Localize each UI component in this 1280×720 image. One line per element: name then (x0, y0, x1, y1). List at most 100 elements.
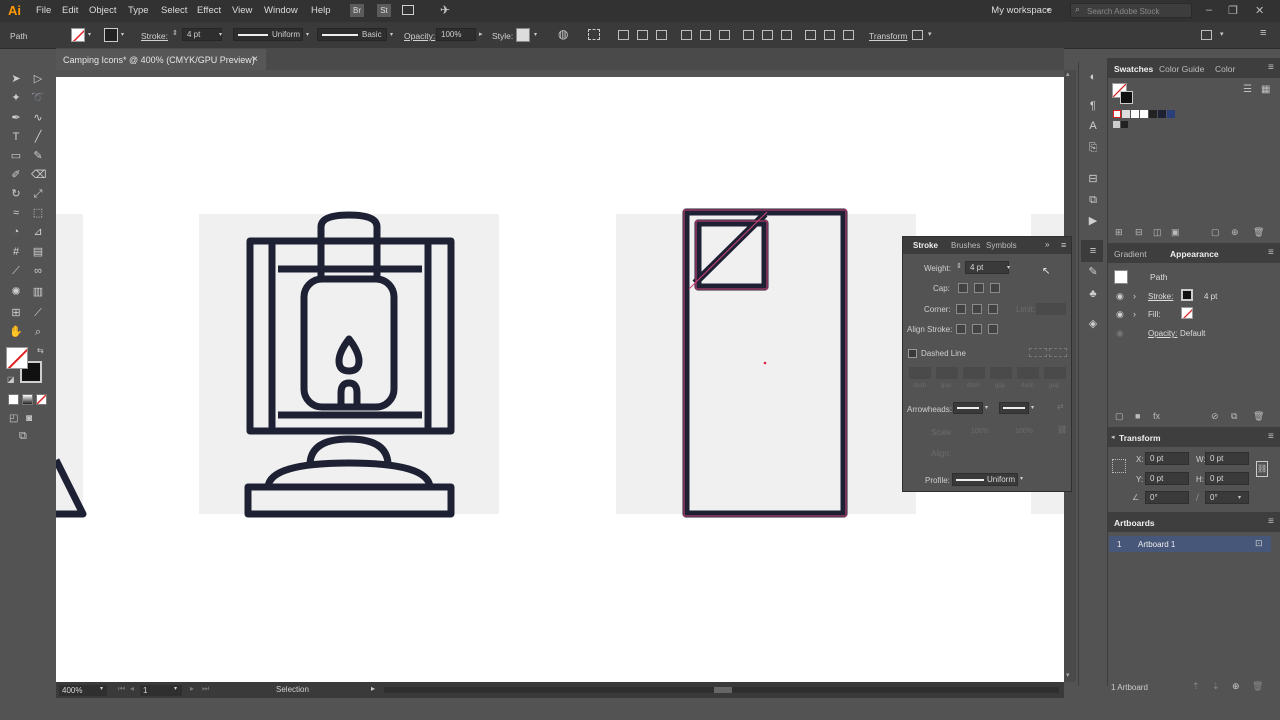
distribute-bottom-icon[interactable] (781, 30, 792, 40)
collapse-panel-icon[interactable]: » (1045, 240, 1049, 249)
chevron-down-icon[interactable]: ▾ (88, 31, 91, 38)
document-tab[interactable]: Camping Icons* @ 400% (CMYK/GPU Preview)… (56, 49, 266, 71)
appearance-opacity-label[interactable]: Opacity: (1148, 329, 1177, 338)
round-cap-icon[interactable] (974, 283, 984, 293)
panel-menu-icon[interactable]: ≡ (1268, 431, 1274, 442)
graphic-style-swatch[interactable] (516, 28, 530, 42)
distribute-left-icon[interactable] (805, 30, 816, 40)
line-segment-tool-icon[interactable]: ╱ (31, 130, 45, 144)
new-swatch-icon[interactable]: ⊕ (1231, 227, 1239, 238)
lasso-tool-icon[interactable]: ➰ (31, 91, 45, 105)
swatch-none[interactable] (1113, 110, 1121, 118)
y-input[interactable]: 0 pt (1145, 472, 1189, 485)
fill-color-box[interactable] (6, 347, 28, 369)
dashed-line-checkbox[interactable] (908, 349, 917, 358)
tab-appearance[interactable]: Appearance (1170, 249, 1219, 259)
column-graph-tool-icon[interactable]: ▥ (31, 285, 45, 299)
distribute-top-icon[interactable] (743, 30, 754, 40)
add-fill-icon[interactable]: ■ (1135, 411, 1140, 421)
appearance-stroke-label[interactable]: Stroke: (1148, 292, 1173, 301)
swatch-libraries-icon[interactable]: ⊞ (1115, 227, 1123, 238)
tab-color-guide[interactable]: Color Guide (1159, 64, 1204, 74)
butt-cap-icon[interactable] (958, 283, 968, 293)
previous-artboard-icon[interactable]: ◂ (130, 684, 134, 693)
swatches-stroke-swatch[interactable] (1120, 91, 1133, 104)
constrain-proportions-icon[interactable]: ⛓ (1256, 461, 1268, 477)
chevron-down-icon[interactable]: ▾ (1007, 264, 1010, 271)
last-artboard-icon[interactable]: ⏭ (202, 684, 209, 694)
mesh-tool-icon[interactable]: # (9, 245, 23, 259)
blend-tool-icon[interactable]: ∞ (31, 264, 45, 278)
swatch-options-icon[interactable]: ◫ (1153, 227, 1162, 238)
stock-button[interactable]: St (377, 4, 391, 17)
move-up-icon[interactable]: ⇡ (1192, 681, 1200, 692)
status-menu-icon[interactable]: ▸ (371, 684, 375, 693)
perspective-grid-tool-icon[interactable]: ⊿ (31, 225, 45, 239)
collapse-arrow-icon[interactable]: ◂ (1111, 433, 1115, 441)
stroke-link[interactable]: Stroke: (141, 31, 168, 41)
align-stroke-inside-icon[interactable] (972, 324, 982, 334)
stroke-swatch[interactable] (104, 28, 118, 42)
panel-menu-icon[interactable]: ≡ (1061, 240, 1066, 250)
brushes-icon[interactable]: ✎ (1086, 265, 1100, 279)
recolor-artwork-icon[interactable]: ◍ (558, 27, 568, 41)
swatch-white-2[interactable] (1140, 110, 1148, 118)
swatch-dark[interactable] (1121, 121, 1128, 128)
tab-gradient[interactable]: Gradient (1114, 249, 1147, 259)
swatch-navy[interactable] (1158, 110, 1166, 118)
stroke-weight-input[interactable]: 4 pt (182, 28, 222, 41)
rotate-tool-icon[interactable]: ↻ (9, 187, 23, 201)
h-input[interactable]: 0 pt (1205, 472, 1249, 485)
close-tab-icon[interactable]: × (252, 49, 258, 71)
delete-swatch-icon[interactable]: 🗑 (1253, 227, 1264, 238)
restore-icon[interactable]: ❐ (1228, 4, 1238, 17)
free-transform-tool-icon[interactable]: ⬚ (31, 206, 45, 220)
chevron-down-icon[interactable]: ▾ (1238, 494, 1241, 501)
selection-tool-icon[interactable]: ➤ (9, 72, 23, 86)
type-tool-icon[interactable]: T (9, 130, 23, 144)
none-mode-icon[interactable] (36, 394, 47, 405)
symbols-icon[interactable]: ♣ (1086, 287, 1100, 301)
tab-swatches[interactable]: Swatches (1114, 64, 1153, 74)
menu-file[interactable]: File (36, 5, 51, 16)
color-mode-icon[interactable] (8, 394, 19, 405)
paragraph-icon[interactable]: ¶ (1086, 99, 1100, 113)
horizontal-scrollbar[interactable] (384, 687, 1059, 693)
visibility-eye-icon[interactable]: ◉ (1116, 291, 1124, 302)
add-effect-icon[interactable]: fx (1153, 411, 1160, 421)
align-middle-icon[interactable] (700, 30, 711, 40)
shape-builder-tool-icon[interactable]: ◔ (9, 225, 23, 239)
chevron-down-icon[interactable]: ▾ (390, 31, 393, 38)
new-group-icon[interactable]: ▢ (1211, 227, 1220, 238)
align-stroke-center-icon[interactable] (956, 324, 966, 334)
chevron-down-icon[interactable]: ▾ (100, 685, 103, 692)
scale-tool-icon[interactable]: ⤢ (31, 187, 45, 201)
stepper-icon[interactable]: ⇕ (172, 29, 178, 37)
chevron-down-icon[interactable]: ▾ (928, 30, 932, 38)
menu-window[interactable]: Window (264, 5, 298, 16)
align-to-selection-icon[interactable] (588, 29, 600, 40)
swatch-white[interactable] (1131, 110, 1139, 118)
horizontal-scroll-thumb[interactable] (714, 687, 732, 693)
chevron-down-icon[interactable]: ▾ (174, 685, 177, 692)
swatch-registration[interactable] (1122, 110, 1130, 118)
pathfinder-icon[interactable]: ⧉ (1086, 193, 1100, 207)
bevel-join-icon[interactable] (988, 304, 998, 314)
gradient-tool-icon[interactable]: ▤ (31, 245, 45, 259)
align-panel-icon[interactable]: ⊟ (1086, 172, 1100, 186)
chevron-down-icon[interactable]: ▾ (306, 31, 309, 38)
chevron-down-icon[interactable]: ▾ (121, 31, 124, 38)
duplicate-item-icon[interactable]: ⧉ (1231, 411, 1237, 422)
menu-select[interactable]: Select (161, 5, 187, 16)
move-down-icon[interactable]: ⇣ (1212, 681, 1220, 692)
arrange-documents-icon[interactable] (402, 5, 414, 15)
close-icon[interactable]: ✕ (1255, 4, 1264, 17)
menu-type[interactable]: Type (128, 5, 149, 16)
chevron-right-icon[interactable]: › (1133, 291, 1136, 301)
swatch-grey[interactable] (1113, 121, 1120, 128)
control-menu-icon[interactable]: ≡ (1260, 27, 1266, 39)
projecting-cap-icon[interactable] (990, 283, 1000, 293)
eraser-tool-icon[interactable]: ⌫ (31, 168, 47, 182)
appearance-fill-swatch[interactable] (1181, 307, 1193, 319)
tab-brushes[interactable]: Brushes (951, 241, 980, 250)
